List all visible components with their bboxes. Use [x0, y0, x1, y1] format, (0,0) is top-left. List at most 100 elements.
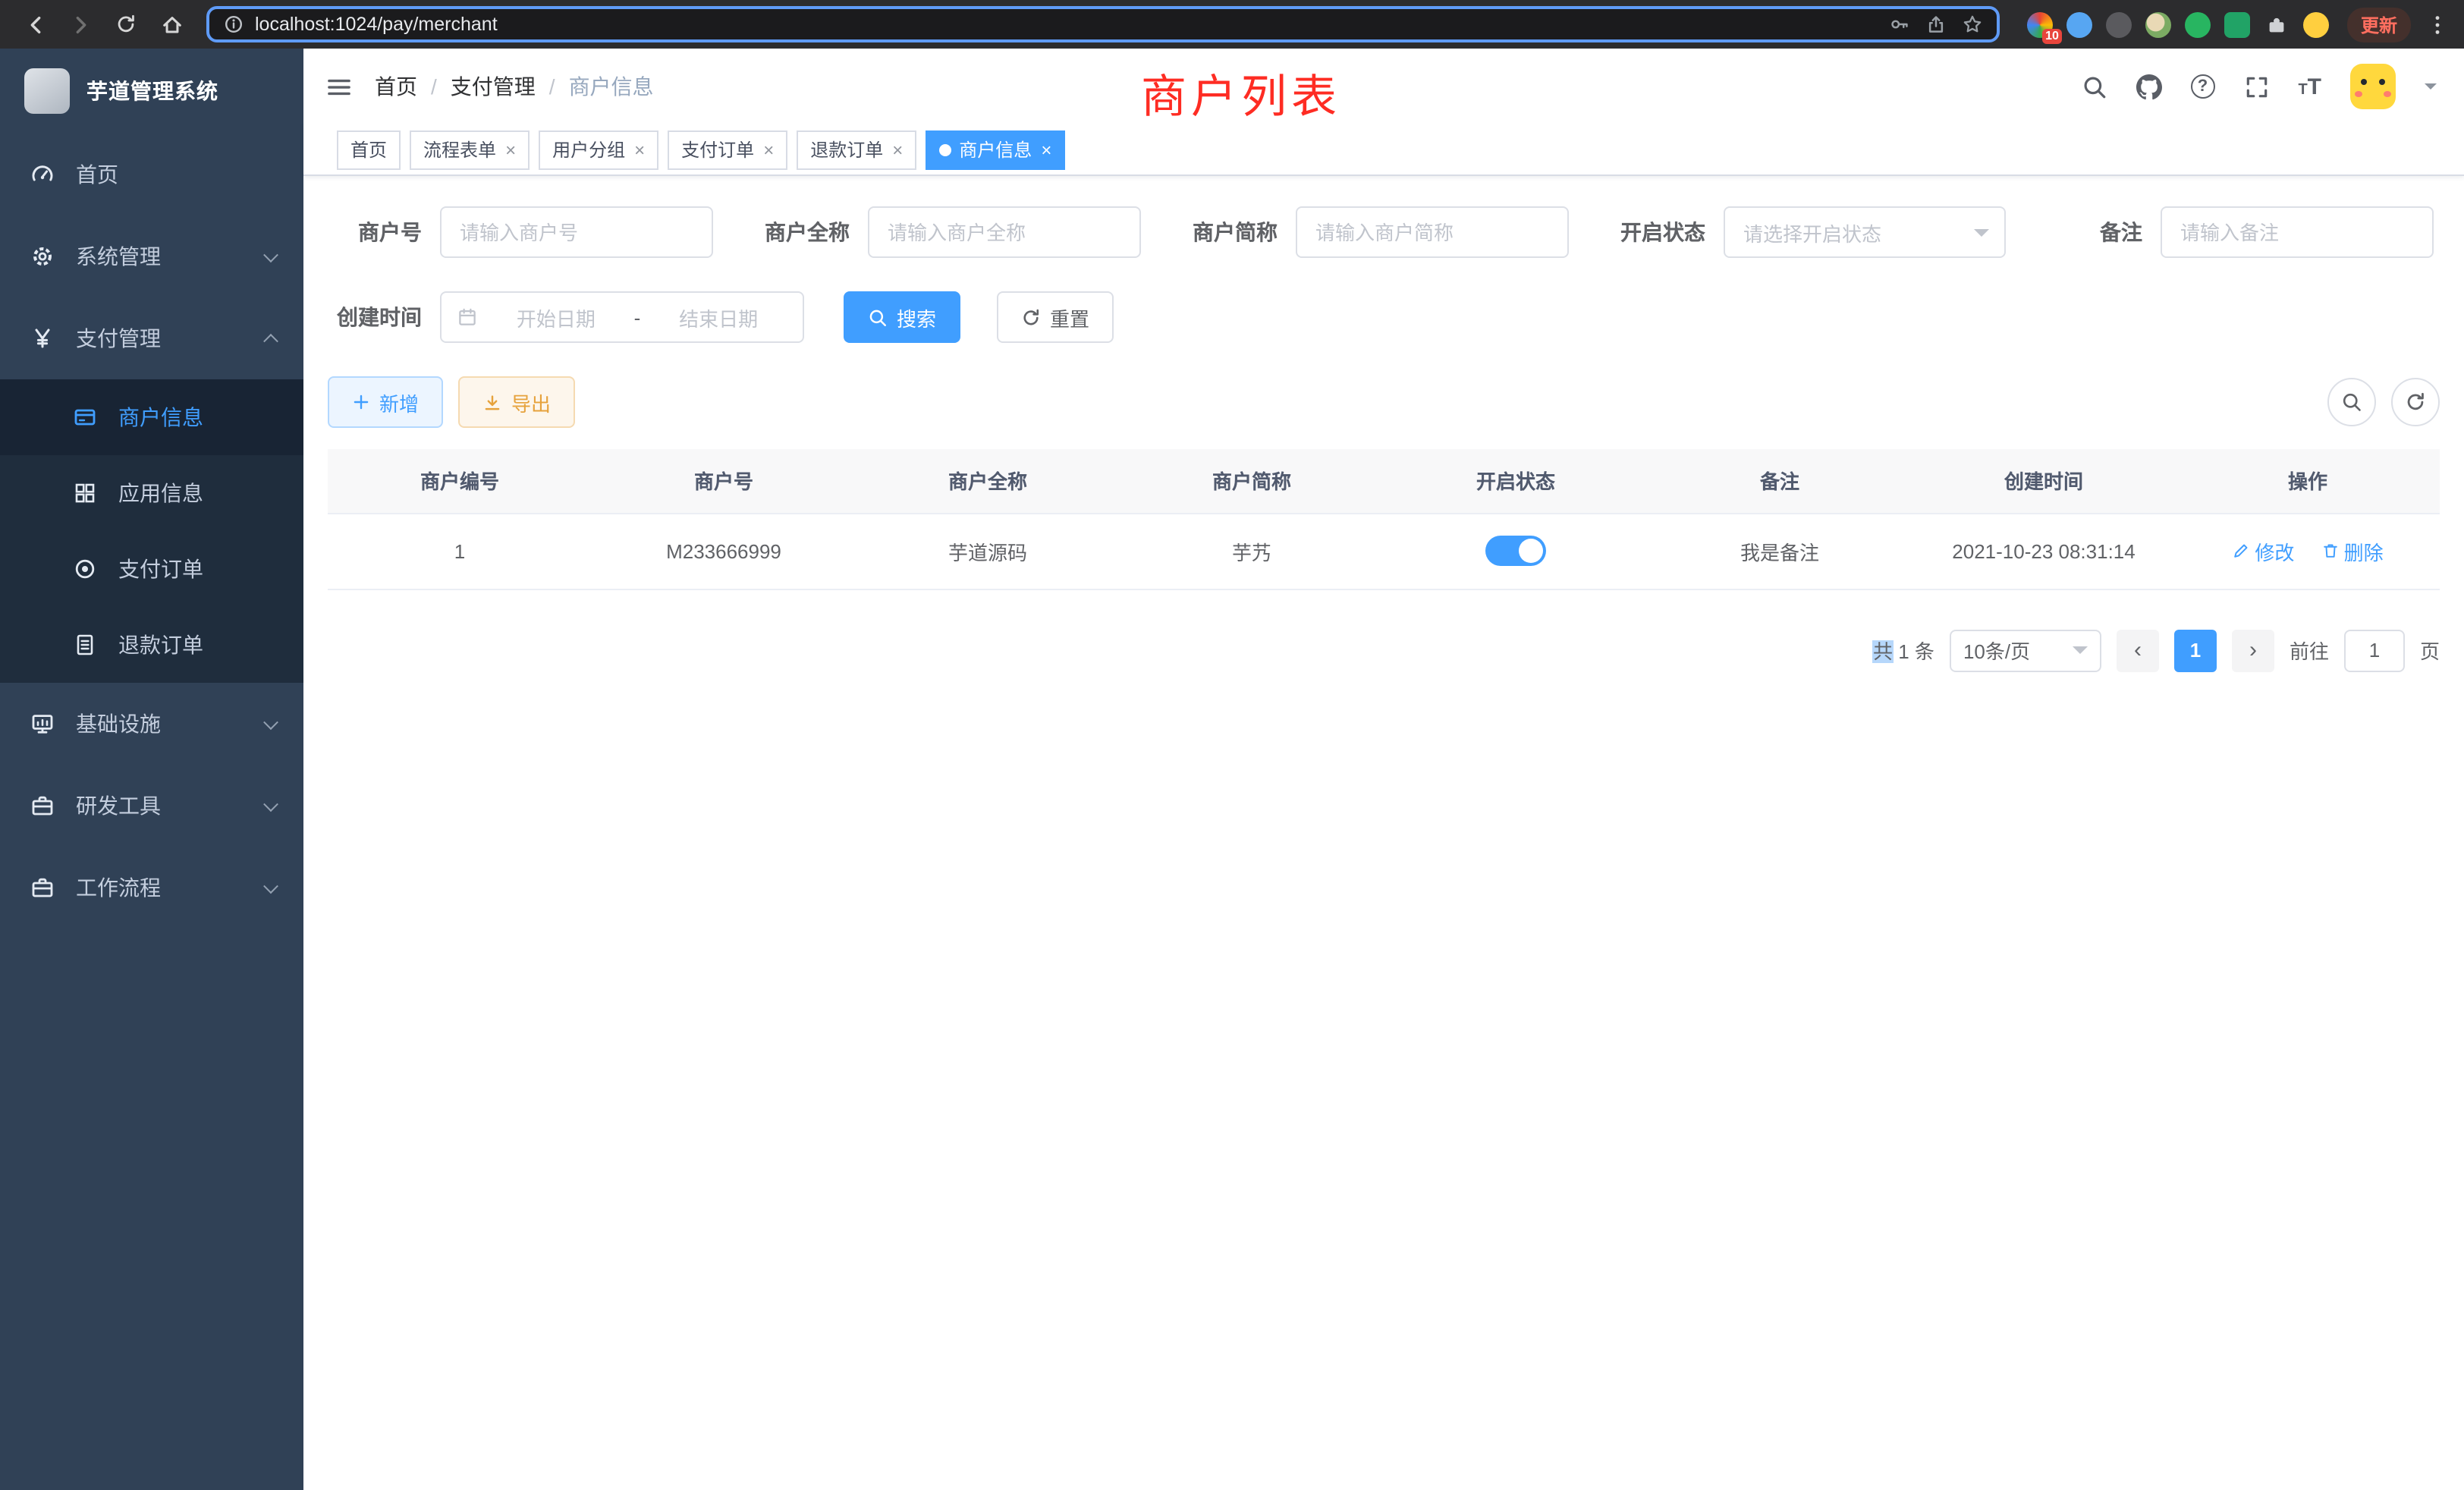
browser-home-button[interactable]	[152, 5, 191, 44]
date-end-placeholder: 结束日期	[649, 303, 787, 332]
chevron-up-icon	[263, 333, 278, 348]
user-avatar[interactable]	[2350, 64, 2396, 109]
pagination: 共 1 条 10条/页 ‹ 1 › 前往 页	[328, 629, 2440, 671]
breadcrumb-current: 商户信息	[569, 71, 654, 102]
extension-icon-yellow-face[interactable]	[2303, 11, 2329, 37]
delete-link[interactable]: 删除	[2321, 536, 2384, 565]
col-merchant-no: 商户号	[592, 449, 856, 513]
topbar: 首页 / 支付管理 / 商户信息 商户列表 ? TT	[303, 49, 2464, 124]
sidebar-logo[interactable]: 芋道管理系统	[0, 49, 303, 134]
password-key-icon[interactable]	[1889, 14, 1910, 35]
toggle-search-button[interactable]	[2327, 378, 2376, 426]
browser-menu-icon[interactable]	[2426, 13, 2449, 36]
tab-pay-order[interactable]: 支付订单 ×	[668, 130, 787, 169]
sidebar-item-system[interactable]: 系统管理	[0, 215, 303, 297]
extensions-puzzle-icon[interactable]	[2264, 11, 2290, 37]
page-size-select[interactable]: 10条/页	[1950, 629, 2101, 671]
next-page-button[interactable]: ›	[2232, 629, 2274, 671]
extension-icon-green-doc[interactable]	[2224, 11, 2250, 37]
merchant-no-input[interactable]	[440, 206, 713, 258]
sidebar-item-devtools[interactable]: 研发工具	[0, 765, 303, 847]
github-icon[interactable]	[2136, 74, 2161, 99]
total-rest: 1 条	[1893, 640, 1934, 663]
reset-button[interactable]: 重置	[997, 291, 1114, 343]
prev-page-button[interactable]: ‹	[2117, 629, 2159, 671]
table-header-row: 商户编号 商户号 商户全称 商户简称 开启状态 备注 创建时间 操作	[328, 449, 2440, 513]
reset-button-label: 重置	[1050, 303, 1089, 332]
browser-reload-button[interactable]	[106, 5, 146, 44]
breadcrumb-home[interactable]: 首页	[375, 71, 417, 102]
status-select[interactable]: 请选择开启状态	[1724, 206, 2006, 258]
sidebar-item-infra[interactable]: 基础设施	[0, 683, 303, 765]
add-button[interactable]: 新增	[328, 376, 443, 428]
extension-icon-colorful[interactable]: 10	[2027, 11, 2053, 37]
export-button[interactable]: 导出	[458, 376, 575, 428]
table-row: 1 M233666999 芋道源码 芋艿 我是备注 2021-10-23 08:…	[328, 513, 2440, 589]
hamburger-icon[interactable]	[303, 49, 375, 124]
extension-icon-gray[interactable]	[2106, 11, 2132, 37]
topbar-actions: ? TT	[2081, 64, 2464, 109]
close-icon[interactable]: ×	[504, 140, 516, 159]
col-actions: 操作	[2176, 449, 2440, 513]
sidebar-item-app-info[interactable]: 应用信息	[0, 455, 303, 531]
goto-page-input[interactable]	[2344, 629, 2405, 671]
sidebar-item-pay-order[interactable]: 支付订单	[0, 531, 303, 607]
bookmark-star-icon[interactable]	[1962, 14, 1983, 35]
extension-icon-green-circle[interactable]	[2185, 11, 2211, 37]
full-name-input[interactable]	[868, 206, 1141, 258]
tab-label: 用户分组	[552, 137, 625, 162]
sidebar-item-home[interactable]: 首页	[0, 134, 303, 215]
edit-link[interactable]: 修改	[2232, 536, 2294, 565]
font-size-icon[interactable]: TT	[2298, 75, 2321, 98]
header-search-icon[interactable]	[2081, 74, 2107, 99]
create-time-range-picker[interactable]: 开始日期 - 结束日期	[440, 291, 804, 343]
remark-input[interactable]	[2161, 206, 2434, 258]
extension-icon-avatar[interactable]	[2145, 11, 2171, 37]
fullscreen-icon[interactable]	[2243, 74, 2269, 99]
breadcrumb-separator: /	[431, 74, 437, 99]
extension-icon-blue[interactable]	[2066, 11, 2092, 37]
short-name-input[interactable]	[1296, 206, 1569, 258]
breadcrumb-payment[interactable]: 支付管理	[451, 71, 536, 102]
sidebar-item-label: 工作流程	[76, 872, 161, 903]
tab-user-group[interactable]: 用户分组 ×	[539, 130, 658, 169]
table-toolbar: 新增 导出	[328, 376, 2440, 428]
tab-merchant-info[interactable]: 商户信息 ×	[926, 130, 1065, 169]
sidebar-item-label: 基础设施	[76, 709, 161, 739]
screen: localhost:1024/pay/merchant 10 更新	[0, 0, 2464, 1490]
browser-toolbar: localhost:1024/pay/merchant 10 更新	[0, 0, 2464, 49]
close-icon[interactable]: ×	[633, 140, 645, 159]
status-toggle[interactable]	[1485, 536, 1546, 566]
tab-process-form[interactable]: 流程表单 ×	[410, 130, 530, 169]
avatar-caret-icon[interactable]	[2425, 83, 2437, 96]
close-icon[interactable]: ×	[1039, 140, 1051, 159]
page-button-1[interactable]: 1	[2174, 629, 2217, 671]
sidebar-item-merchant-info[interactable]: 商户信息	[0, 379, 303, 455]
payment-submenu: 商户信息 应用信息 支付订单 退款订单	[0, 379, 303, 683]
delete-link-label: 删除	[2344, 536, 2384, 565]
create-time-label: 创建时间	[328, 302, 422, 332]
briefcase-icon	[30, 875, 55, 900]
close-icon[interactable]: ×	[762, 140, 774, 159]
short-name-label: 商户简称	[1183, 217, 1278, 247]
address-bar[interactable]: localhost:1024/pay/merchant	[206, 6, 2000, 42]
browser-update-button[interactable]: 更新	[2347, 7, 2411, 42]
col-remark: 备注	[1648, 449, 1912, 513]
refresh-table-button[interactable]	[2391, 378, 2440, 426]
tab-home[interactable]: 首页	[337, 130, 401, 169]
help-icon[interactable]: ?	[2190, 74, 2214, 99]
sidebar-item-payment[interactable]: 支付管理	[0, 297, 303, 379]
site-info-icon[interactable]	[223, 14, 244, 35]
monitor-icon	[30, 712, 55, 736]
search-button[interactable]: 搜索	[844, 291, 960, 343]
url-text: localhost:1024/pay/merchant	[255, 14, 498, 35]
browser-back-button[interactable]	[15, 5, 55, 44]
close-icon[interactable]: ×	[891, 140, 903, 159]
tab-refund-order[interactable]: 退款订单 ×	[797, 130, 916, 169]
share-icon[interactable]	[1925, 14, 1947, 35]
sidebar-item-refund-order[interactable]: 退款订单	[0, 607, 303, 683]
logo-avatar	[24, 68, 70, 114]
browser-forward-button[interactable]	[61, 5, 100, 44]
sidebar-item-workflow[interactable]: 工作流程	[0, 847, 303, 929]
breadcrumb: 首页 / 支付管理 / 商户信息	[375, 71, 654, 102]
